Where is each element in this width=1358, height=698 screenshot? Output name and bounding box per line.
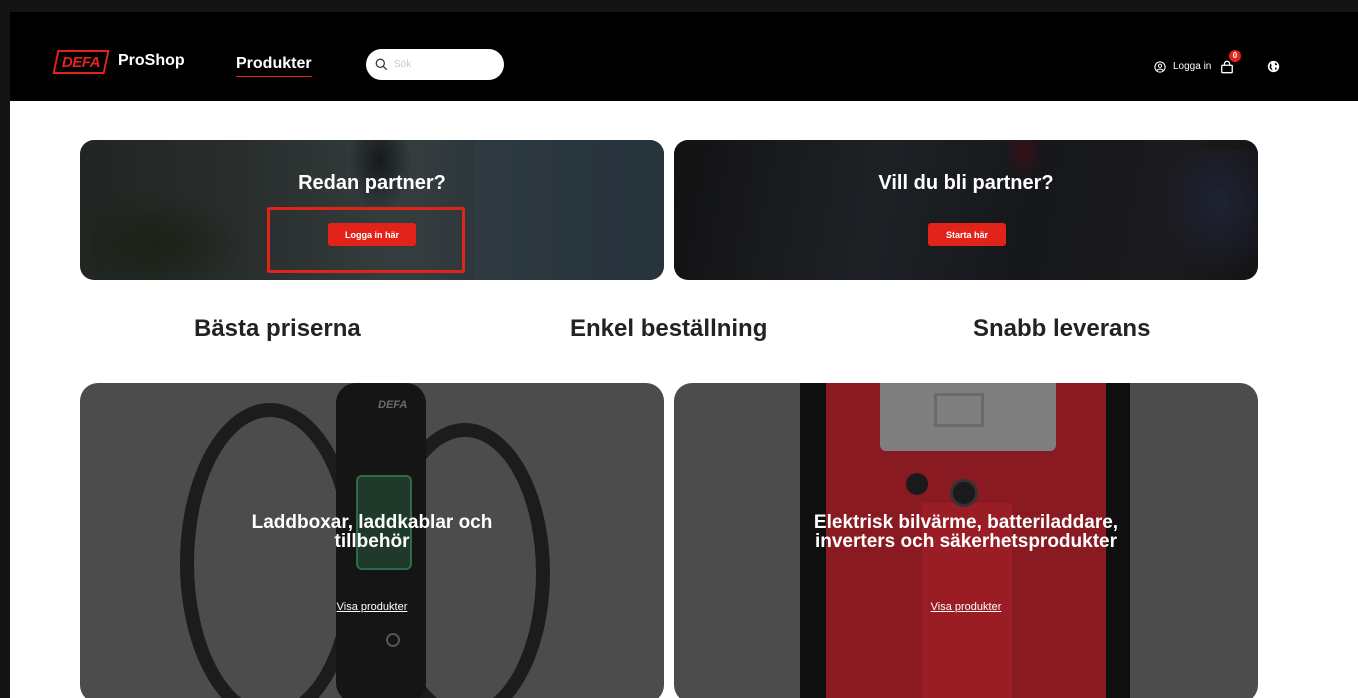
search-input[interactable] (394, 59, 494, 70)
site-header: DEFA ProShop Produkter Logga in 0 (10, 32, 1358, 101)
view-products-link[interactable]: Visa produkter (674, 601, 1258, 613)
start-here-button[interactable]: Starta här (928, 223, 1006, 246)
feature-fast-delivery: Snabb leverans (973, 315, 1151, 342)
category-title: Elektrisk bilvärme, batteriladdare, inve… (674, 513, 1258, 551)
header-top-strip (10, 12, 1358, 32)
page: DEFA ProShop Produkter Logga in 0 (10, 12, 1358, 698)
category-title-line: tillbehör (334, 531, 410, 552)
window-frame-top (0, 0, 1358, 12)
login-label: Logga in (1173, 61, 1212, 72)
defa-logo[interactable]: DEFA (52, 50, 110, 74)
window-frame-left (0, 0, 10, 698)
banner-title: Redan partner? (298, 172, 446, 194)
category-title: Laddboxar, laddkablar och tillbehör (80, 513, 664, 551)
banner-title: Vill du bli partner? (878, 172, 1054, 194)
banner-become-partner: Vill du bli partner? Starta här (674, 140, 1258, 280)
device-knob (950, 479, 978, 507)
feature-best-prices: Bästa priserna (194, 315, 361, 342)
cart-count-badge: 0 (1229, 50, 1241, 62)
search-icon (375, 58, 388, 71)
category-title-line: inverters och säkerhetsprodukter (814, 531, 1117, 552)
brand-name[interactable]: ProShop (118, 50, 185, 72)
language-selector[interactable] (1267, 32, 1280, 101)
search-box[interactable] (366, 49, 504, 80)
banner-existing-partner: Redan partner? Logga in här (80, 140, 664, 280)
user-icon (1154, 60, 1166, 73)
globe-icon (1267, 60, 1280, 73)
category-card-charging[interactable]: DEFA Laddboxar, laddkablar och tillbehör… (80, 383, 664, 698)
feature-easy-ordering: Enkel beställning (570, 315, 768, 342)
device-battery-icon (934, 393, 984, 427)
cart-button[interactable]: 0 (1220, 32, 1241, 101)
view-products-link[interactable]: Visa produkter (80, 601, 664, 613)
highlight-box (267, 207, 465, 273)
login-link[interactable]: Logga in (1154, 32, 1211, 101)
banner-overlay (674, 140, 1258, 280)
category-title-line: Laddboxar, laddkablar och (251, 512, 493, 533)
category-card-heating[interactable]: Elektrisk bilvärme, batteriladdare, inve… (674, 383, 1258, 698)
device-button (906, 473, 928, 495)
logo-text: DEFA (61, 53, 100, 71)
nav-products-link[interactable]: Produkter (236, 54, 312, 77)
charger-logo-image: DEFA (378, 399, 408, 411)
category-title-line: Elektrisk bilvärme, batteriladdare, (813, 512, 1119, 533)
rfid-icon (386, 633, 400, 647)
